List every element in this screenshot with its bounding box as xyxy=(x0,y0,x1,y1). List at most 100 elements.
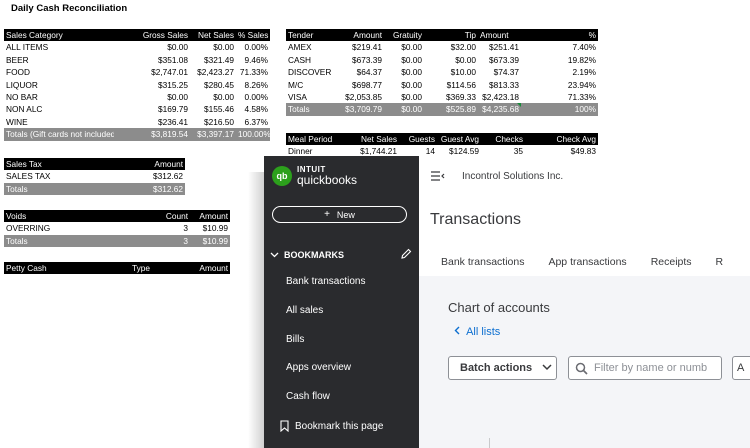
divider xyxy=(489,438,490,448)
cell: $351.08 xyxy=(158,54,188,65)
new-button-label: New xyxy=(336,209,355,220)
header-cell: Amount xyxy=(342,29,384,42)
tab-bank-transactions[interactable]: Bank transactions xyxy=(441,256,524,268)
header-cell: Guests xyxy=(399,133,437,146)
cell: $369.33 xyxy=(446,92,476,103)
logo-text: INTUIT quickbooks xyxy=(297,166,357,187)
cell: $321.49 xyxy=(204,54,234,65)
header-cell: Meal Period xyxy=(286,133,354,146)
cell: 6.37% xyxy=(244,116,268,127)
cell: $2,053.85 xyxy=(345,92,382,103)
header-cell: Net Sales xyxy=(354,133,399,146)
chevron-down-icon xyxy=(542,363,552,374)
table-header: Tender Amount Gratuity Tip Amount % xyxy=(286,29,598,42)
table-row: DISCOVER $64.37 $0.00 $10.00 $74.37 2.19% xyxy=(286,66,598,78)
table-row: VISA $2,053.85 $0.00 $369.33 $2,423.18 71.33% xyxy=(286,91,598,103)
pencil-icon[interactable] xyxy=(400,248,412,262)
new-button[interactable]: + New xyxy=(272,206,407,223)
header-cell: Type xyxy=(130,262,180,275)
cell: $2,423.27 xyxy=(197,67,234,78)
cell: $74.37 xyxy=(493,67,519,78)
batch-actions-button[interactable]: Batch actions xyxy=(448,356,557,380)
cell: $673.39 xyxy=(352,54,382,65)
header-cell: Count xyxy=(134,210,190,223)
cell: $0.00 xyxy=(167,42,188,53)
cell: Totals xyxy=(4,182,124,196)
secondary-dropdown[interactable]: A xyxy=(732,356,750,380)
cell: AMEX xyxy=(288,42,312,53)
table-row: M/C $698.77 $0.00 $114.56 $813.33 23.94% xyxy=(286,79,598,91)
cell: $2,747.01 xyxy=(151,67,188,78)
cell: CASH xyxy=(288,54,312,65)
table-header: Petty Cash Type Amount xyxy=(4,262,230,275)
cell: 71.33% xyxy=(239,67,268,78)
cell: $216.50 xyxy=(204,116,234,127)
cell: $312.62 xyxy=(153,171,183,182)
table-row: WINE $236.41 $216.50 6.37% xyxy=(4,116,270,128)
table-row: NO BAR $0.00 $0.00 0.00% xyxy=(4,91,270,103)
quickbooks-logo[interactable]: qb INTUIT quickbooks xyxy=(272,166,357,186)
nav-item-bills[interactable]: Bills xyxy=(286,334,304,345)
window-shadow xyxy=(248,172,264,448)
chevron-down-icon xyxy=(270,251,279,260)
filter-input[interactable]: Filter by name or numb xyxy=(568,356,722,380)
table-row: ALL ITEMS $0.00 $0.00 0.00% xyxy=(4,41,270,53)
qb-topbar: Incontrol Solutions Inc. xyxy=(419,156,750,196)
cell: $0.00 xyxy=(401,79,422,90)
cell: 2.19% xyxy=(572,67,596,78)
menu-collapse-icon[interactable] xyxy=(431,169,445,184)
filter-placeholder: Filter by name or numb xyxy=(594,362,708,374)
cell: $3,819.54 xyxy=(114,128,190,141)
header-cell: Amount xyxy=(124,158,185,171)
header-cell: Checks xyxy=(481,133,525,146)
tab-app-transactions[interactable]: App transactions xyxy=(548,256,626,268)
table-row: AMEX $219.41 $0.00 $32.00 $251.41 7.40% xyxy=(286,41,598,53)
nav-item-all-sales[interactable]: All sales xyxy=(286,305,323,316)
cell: $813.33 xyxy=(489,79,519,90)
table-row: SALES TAX $312.62 xyxy=(4,170,185,182)
header-cell: Sales Tax xyxy=(4,158,124,171)
table-header: Sales Tax Amount xyxy=(4,158,185,171)
cell: Totals (Gift cards not included) xyxy=(4,128,114,141)
header-cell: Gratuity xyxy=(384,29,424,42)
cell: Totals xyxy=(4,234,134,248)
cell: $10.99 xyxy=(202,223,228,234)
cell: 3 xyxy=(183,223,188,234)
table-header: Voids Count Amount xyxy=(4,210,230,223)
cell: NON ALC xyxy=(6,104,43,115)
nav-item-bank-transactions[interactable]: Bank transactions xyxy=(286,276,366,287)
header-cell: Gross Sales xyxy=(114,29,190,42)
cell: 9.46% xyxy=(244,54,268,65)
petty-cash-table: Petty Cash Type Amount xyxy=(4,262,230,275)
cell: Totals xyxy=(286,103,342,116)
header-cell: Petty Cash xyxy=(4,262,130,275)
tab-receipts[interactable]: Receipts xyxy=(651,256,692,268)
section-title: Chart of accounts xyxy=(448,300,550,315)
all-lists-link[interactable]: All lists xyxy=(454,326,500,338)
cell: $32.00 xyxy=(450,42,476,53)
bookmark-icon xyxy=(280,420,289,432)
cell: 100.00% xyxy=(236,128,270,141)
qb-main: Incontrol Solutions Inc. Transactions Ba… xyxy=(419,156,750,448)
cell: BEER xyxy=(6,54,29,65)
nav-item-apps-overview[interactable]: Apps overview xyxy=(286,362,351,373)
tender-table: Tender Amount Gratuity Tip Amount % AMEX… xyxy=(286,29,598,116)
sales-category-table: Sales Category Gross Sales Net Sales % S… xyxy=(4,29,270,141)
cell: WINE xyxy=(6,116,28,127)
report-title: Daily Cash Reconciliation xyxy=(11,3,128,14)
table-header: Meal Period Net Sales Guests Guest Avg C… xyxy=(286,133,598,146)
nav-item-cash-flow[interactable]: Cash flow xyxy=(286,391,330,402)
tab-bar: Bank transactions App transactions Recei… xyxy=(419,256,747,268)
cell: 23.94% xyxy=(567,79,596,90)
cell: $0.00 xyxy=(401,42,422,53)
cell: 71.33% xyxy=(567,92,596,103)
bookmarks-header[interactable]: BOOKMARKS xyxy=(270,248,412,262)
voids-table: Voids Count Amount OVERRING 3 $10.99 Total… xyxy=(4,210,230,248)
page-title: Transactions xyxy=(430,211,521,228)
cell: 3 xyxy=(134,234,190,248)
cell: $114.56 xyxy=(446,79,476,90)
table-row: FOOD $2,747.01 $2,423.27 71.33% xyxy=(4,66,270,78)
bookmark-this-page[interactable]: Bookmark this page xyxy=(280,420,383,432)
tab-overflow[interactable]: R xyxy=(716,256,724,268)
cell: 7.40% xyxy=(572,42,596,53)
